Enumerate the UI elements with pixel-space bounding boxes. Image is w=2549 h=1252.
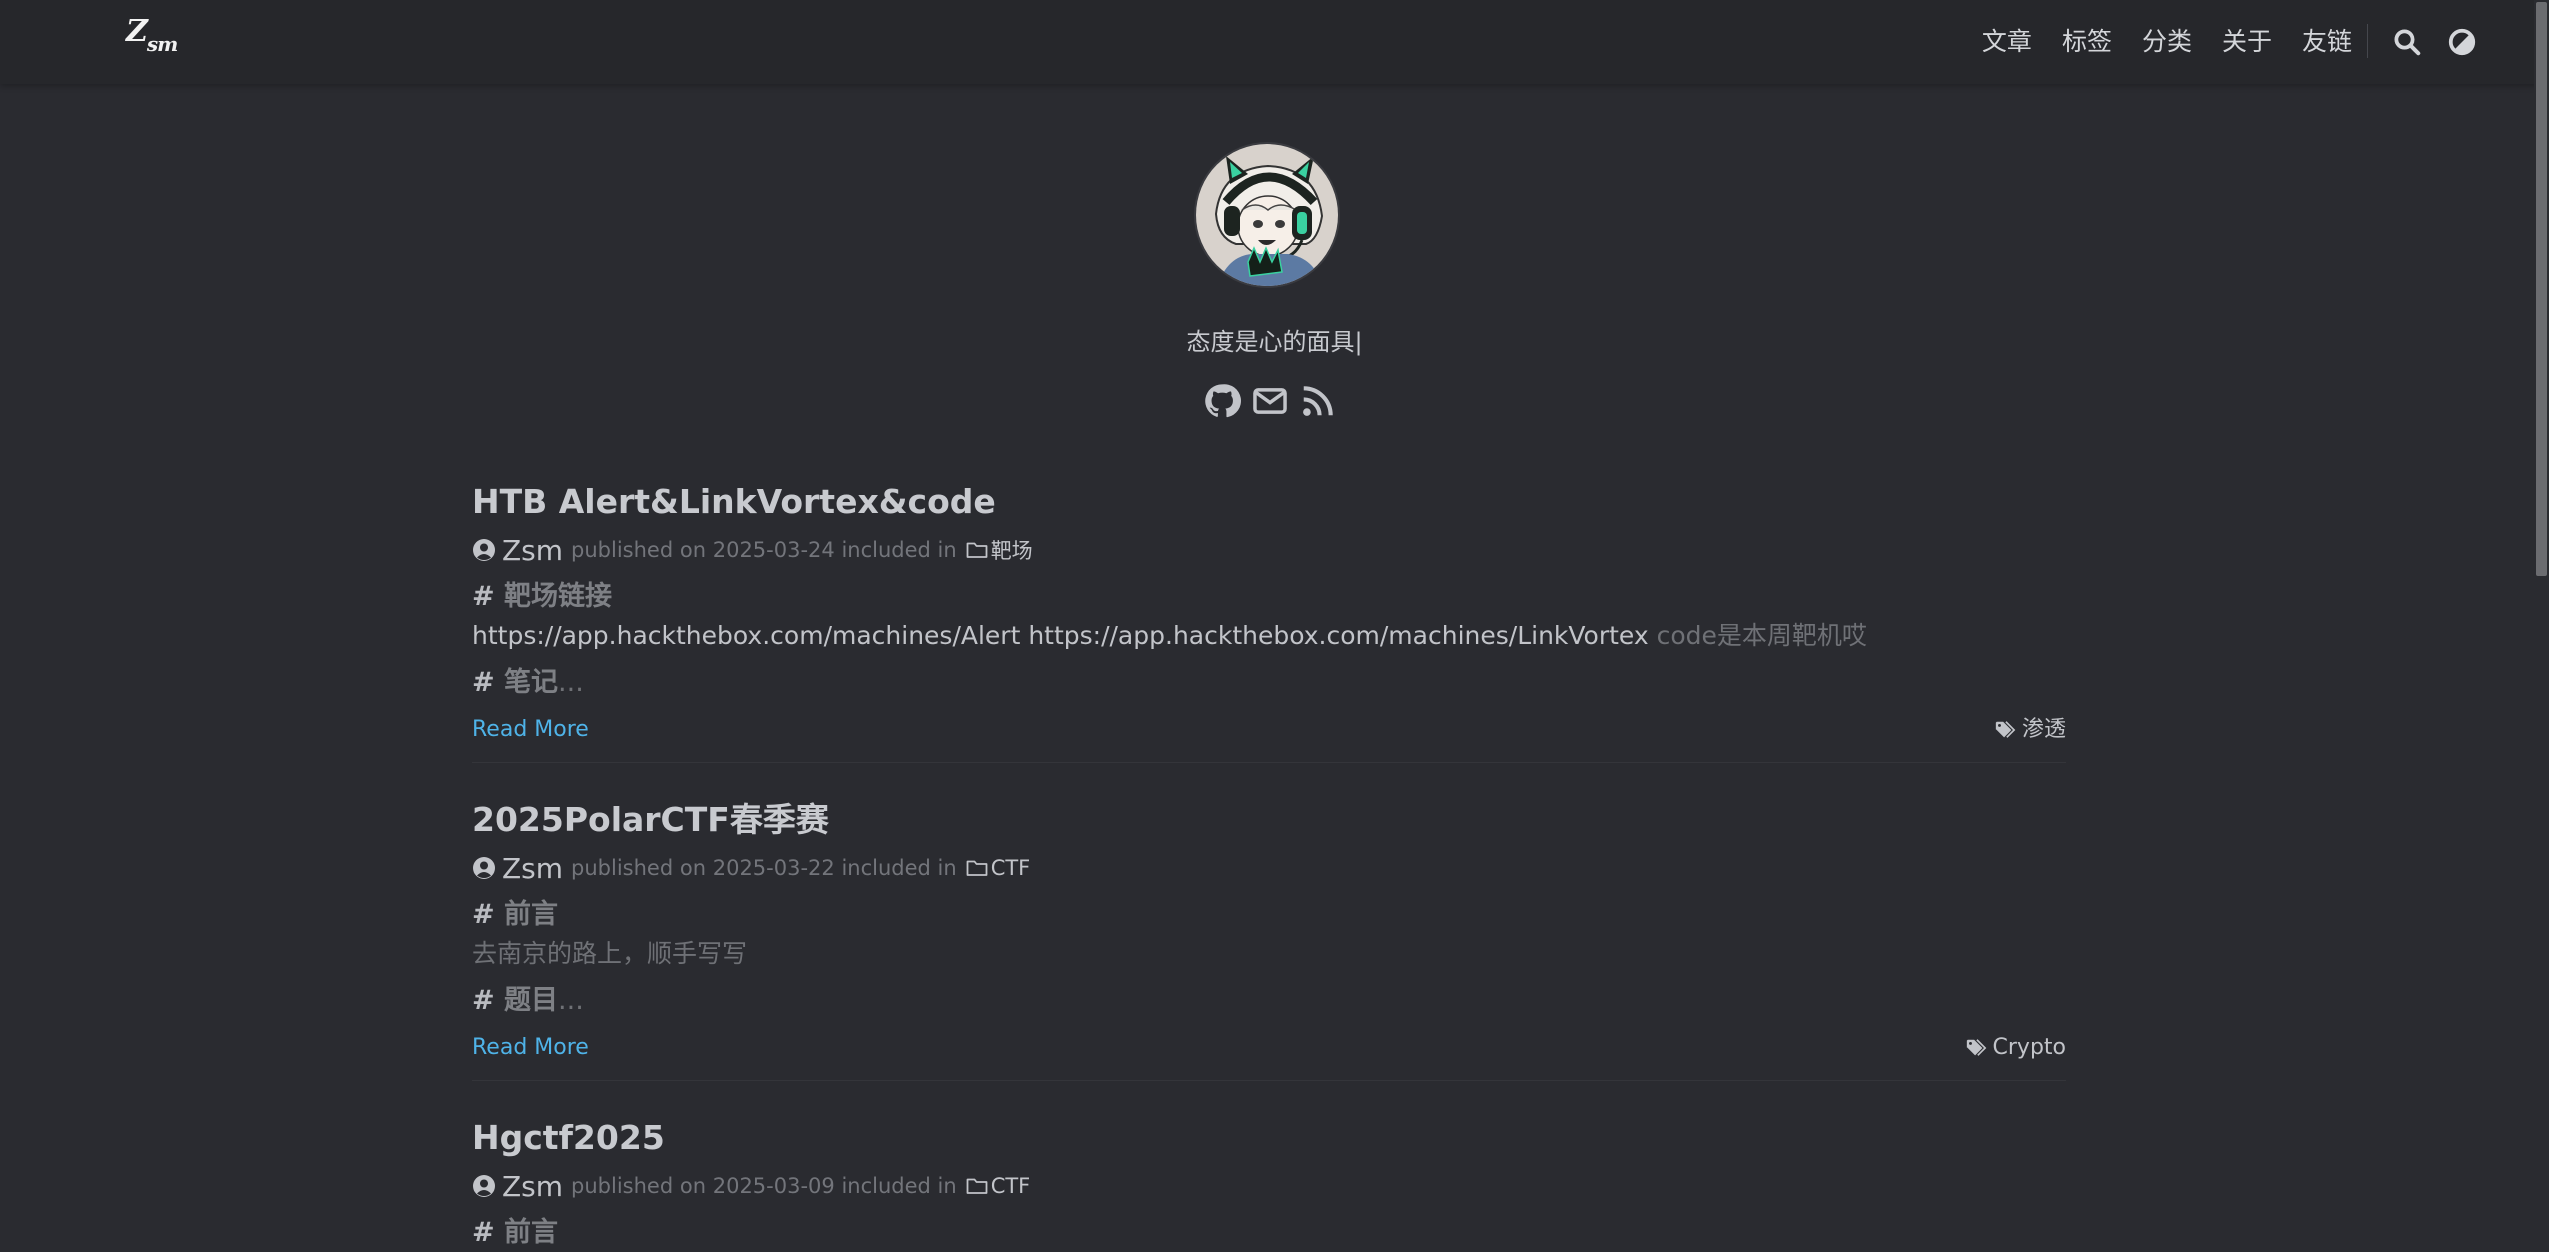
post-title[interactable]: HTB Alert&LinkVortex&code xyxy=(472,480,2066,524)
post-title[interactable]: 2025PolarCTF春季赛 xyxy=(472,798,2066,842)
excerpt-heading: # 前言 xyxy=(472,899,559,930)
nav-item-about[interactable]: 关于 xyxy=(2222,22,2272,62)
post-tag[interactable]: 渗透 xyxy=(1994,710,2066,750)
post-author[interactable]: Zsm xyxy=(502,534,563,567)
folder-icon xyxy=(965,856,989,880)
post-divider xyxy=(472,762,2066,763)
post-footer: Read More Crypto xyxy=(472,1028,2066,1068)
folder-icon xyxy=(965,538,989,562)
social-links xyxy=(1203,382,1337,420)
post-date: 2025-03-09 xyxy=(712,1174,835,1198)
user-circle-icon xyxy=(472,856,496,880)
published-label: published on xyxy=(571,856,707,880)
site-logo[interactable]: Zsm xyxy=(126,14,178,56)
excerpt-text: 去南京的路上，顺手写写 xyxy=(472,939,748,968)
post-card: HTB Alert&LinkVortex&code Zsm published … xyxy=(472,480,2066,750)
search-icon[interactable] xyxy=(2392,27,2422,57)
post-author[interactable]: Zsm xyxy=(502,1170,563,1203)
avatar xyxy=(1194,142,1340,288)
post-category[interactable]: CTF xyxy=(991,856,1031,880)
post-meta: Zsm published on 2025-03-22 included in … xyxy=(472,848,2066,888)
scrollbar[interactable] xyxy=(2534,0,2549,1251)
post-author[interactable]: Zsm xyxy=(502,852,563,885)
user-circle-icon xyxy=(472,1174,496,1198)
post-divider xyxy=(472,1080,2066,1081)
excerpt-heading: # 笔记... xyxy=(472,667,584,698)
profile-motto: 态度是心的面具| xyxy=(1186,328,1363,356)
post-title[interactable]: Hgctf2025 xyxy=(472,1116,2066,1160)
excerpt-heading: # 题目... xyxy=(472,985,584,1016)
included-label: included in xyxy=(841,1174,957,1198)
scrollbar-thumb[interactable] xyxy=(2536,2,2547,576)
post-meta: Zsm published on 2025-03-09 included in … xyxy=(472,1166,2066,1206)
included-label: included in xyxy=(841,856,957,880)
post-meta: Zsm published on 2025-03-24 included in … xyxy=(472,530,2066,570)
included-label: included in xyxy=(841,538,957,562)
nav-links: 文章 标签 分类 关于 友链 xyxy=(1982,22,2352,62)
github-icon[interactable] xyxy=(1203,382,1241,420)
mail-icon[interactable] xyxy=(1251,382,1289,420)
folder-icon xyxy=(965,1174,989,1198)
nav-item-articles[interactable]: 文章 xyxy=(1982,22,2032,62)
user-circle-icon xyxy=(472,538,496,562)
excerpt-text: https://app.hackthebox.com/machines/Aler… xyxy=(472,621,1867,650)
tag-icon xyxy=(1966,1039,1986,1056)
post-tag[interactable]: Crypto xyxy=(1965,1028,2066,1068)
read-more-link[interactable]: Read More xyxy=(472,710,589,750)
nav-item-categories[interactable]: 分类 xyxy=(2142,22,2192,62)
post-date: 2025-03-24 xyxy=(712,538,835,562)
post-date: 2025-03-22 xyxy=(712,856,835,880)
excerpt-heading: # 靶场链接 xyxy=(472,581,613,612)
nav-item-friend-links[interactable]: 友链 xyxy=(2302,22,2352,62)
excerpt-heading: # 前言 xyxy=(472,1217,559,1248)
post-category[interactable]: 靶场 xyxy=(991,535,1033,565)
read-more-link[interactable]: Read More xyxy=(472,1028,589,1068)
published-label: published on xyxy=(571,1174,707,1198)
nav-divider xyxy=(2367,24,2368,58)
nav-item-tags[interactable]: 标签 xyxy=(2062,22,2112,62)
navbar: Zsm 文章 标签 分类 关于 友链 xyxy=(0,0,2549,84)
post-card: 2025PolarCTF春季赛 Zsm published on 2025-03… xyxy=(472,798,2066,1068)
post-card: Hgctf2025 Zsm published on 2025-03-09 in… xyxy=(472,1116,2066,1252)
theme-toggle-icon[interactable] xyxy=(2447,27,2477,57)
published-label: published on xyxy=(571,538,707,562)
tag-icon xyxy=(1995,721,2016,738)
rss-icon[interactable] xyxy=(1299,382,1337,420)
post-footer: Read More 渗透 xyxy=(472,710,2066,750)
post-category[interactable]: CTF xyxy=(991,1174,1031,1198)
